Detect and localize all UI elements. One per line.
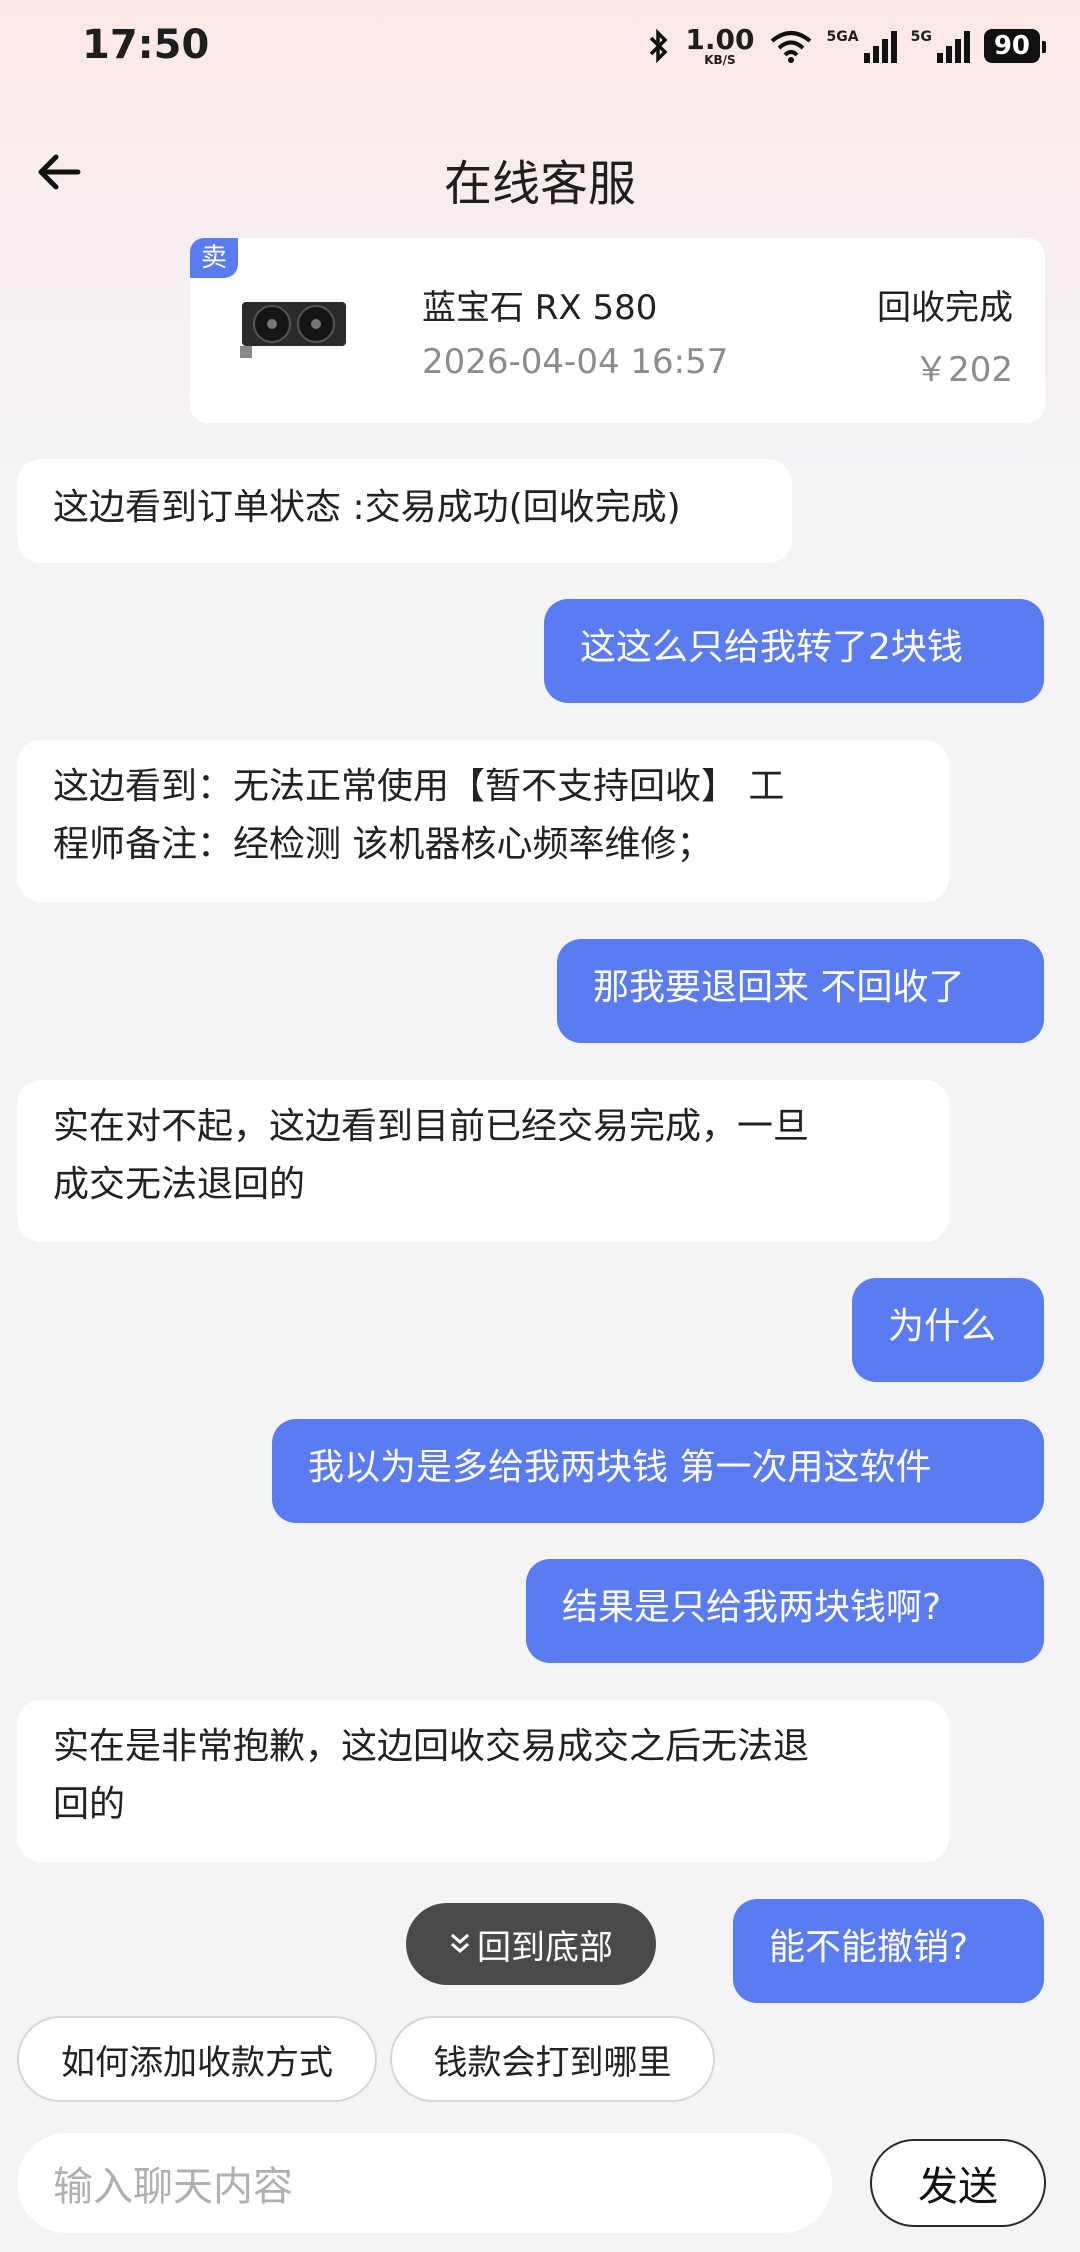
product-name: 蓝宝石 RX 580 <box>422 288 658 328</box>
user-message: 那我要退回来 不回收了 <box>557 939 1044 1043</box>
user-message: 为什么 <box>852 1278 1044 1382</box>
status-icons: 1.00 KB/S 5GA 5G 90 <box>647 23 1047 67</box>
battery-icon: 90 <box>983 29 1047 63</box>
user-message: 结果是只给我两块钱啊? <box>526 1559 1044 1663</box>
user-message: 能不能撤销? <box>733 1899 1044 2003</box>
sell-tag: 卖 <box>190 238 238 278</box>
quick-reply-chip[interactable]: 如何添加收款方式 <box>17 2016 377 2102</box>
agent-message: 这边看到：无法正常使用【暂不支持回收】 工 程师备注：经检测 该机器核心频率维修… <box>17 740 949 902</box>
agent-message: 实在是非常抱歉，这边回收交易成交之后无法退 回的 <box>17 1700 949 1862</box>
net-speed: 1.00 KB/S <box>685 23 755 67</box>
order-price: ￥202 <box>914 350 1013 390</box>
agent-message: 这边看到订单状态 :交易成功(回收完成) <box>17 459 792 563</box>
nav-bar: 在线客服 <box>0 120 1080 230</box>
quick-reply-chip[interactable]: 钱款会打到哪里 <box>390 2016 715 2102</box>
order-card[interactable]: 卖 蓝宝石 RX 580 2026-04-04 16:57 回收完成 ￥202 <box>190 238 1045 423</box>
order-date: 2026-04-04 16:57 <box>422 342 729 382</box>
user-message: 我以为是多给我两块钱 第一次用这软件 <box>272 1419 1044 1523</box>
scroll-to-bottom-button[interactable]: 回到底部 <box>406 1903 656 1985</box>
user-message: 这这么只给我转了2块钱 <box>544 599 1044 703</box>
double-chevron-down-icon <box>451 1933 469 1953</box>
order-status: 回收完成 <box>877 288 1013 328</box>
bluetooth-icon <box>650 29 668 63</box>
wifi-icon <box>770 31 811 63</box>
agent-message: 实在对不起，这边看到目前已经交易完成，一旦 成交无法退回的 <box>17 1080 949 1242</box>
signal-icon: 5G <box>911 29 970 63</box>
chat-input[interactable]: 输入聊天内容 <box>17 2133 832 2233</box>
graphics-card-image <box>240 302 346 358</box>
status-time: 17:50 <box>82 22 210 68</box>
page-title: 在线客服 <box>443 156 636 212</box>
signal-icon: 5GA <box>827 29 897 63</box>
status-bar: 17:50 1.00 KB/S 5GA 5G 90 <box>0 0 1080 100</box>
send-button[interactable]: 发送 <box>870 2139 1046 2227</box>
